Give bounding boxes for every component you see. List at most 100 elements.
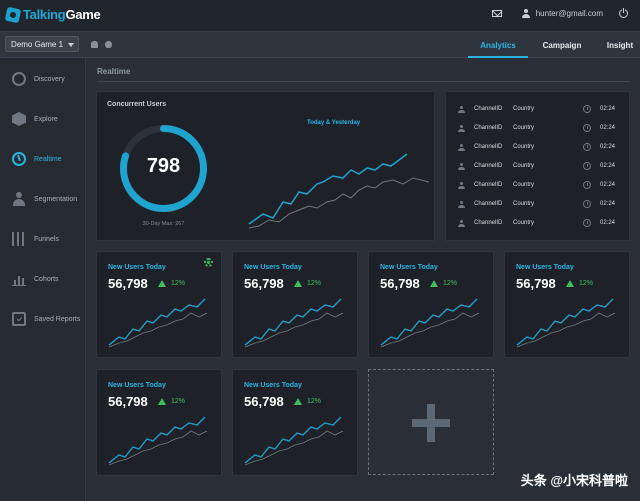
concurrent-trend-chart (248, 153, 430, 229)
clock-icon (583, 181, 591, 189)
sidebar-item-realtime[interactable]: Realtime (0, 139, 86, 179)
card-delta: 12% (430, 280, 457, 287)
trend-up-icon (566, 280, 574, 287)
thirty-day-max: 30-Day Max: 267 (142, 221, 185, 227)
talkinggame-logo[interactable]: TalkingGame (4, 6, 101, 23)
country: Country (513, 125, 535, 131)
game-select[interactable]: Demo Game 1 (5, 36, 79, 52)
sidebar-item-saved-reports[interactable]: Saved Reports (0, 299, 86, 339)
page-title: Realtime (97, 67, 131, 76)
user-icon (458, 201, 465, 208)
card-title: New Users Today (380, 264, 438, 271)
card-delta: 12% (158, 280, 185, 287)
card-trend-chart (516, 298, 616, 348)
list-item[interactable]: ChannelID Country 02:24 (446, 177, 631, 196)
gear-icon[interactable] (204, 258, 213, 267)
card-delta: 12% (566, 280, 593, 287)
card-trend-chart (380, 298, 480, 348)
metric-card[interactable]: New Users Today 56,798 12% (232, 251, 358, 358)
sidebar-item-label: Segmentation (34, 195, 78, 203)
user-icon (458, 220, 465, 227)
funnels-icon (12, 232, 26, 246)
series-today-line (244, 298, 342, 346)
metric-card[interactable]: New Users Today 56,798 12% (368, 251, 494, 358)
sidebar: Discovery Explore Realtime Segmentation … (0, 58, 86, 501)
card-title: New Users Today (108, 264, 166, 271)
clock-icon (583, 124, 591, 132)
list-item[interactable]: ChannelID Country 02:24 (446, 196, 631, 215)
metric-card[interactable]: New Users Today 56,798 12% (232, 369, 358, 476)
series-today-line (244, 416, 342, 464)
panel-title: Concurrent Users (107, 101, 167, 108)
series-today-line (108, 416, 206, 464)
list-item[interactable]: ChannelID Country 02:24 (446, 158, 631, 177)
user-email[interactable]: hunter@gmail.com (536, 9, 603, 18)
segmentation-icon (12, 192, 26, 206)
watermark: 头条 @小宋科普啦 (520, 473, 628, 488)
country: Country (513, 201, 535, 207)
country: Country (513, 144, 535, 150)
sidebar-item-label: Funnels (34, 235, 59, 243)
time: 02:24 (600, 182, 616, 188)
clock-icon (583, 219, 591, 227)
list-item[interactable]: ChannelID Country 02:24 (446, 120, 631, 139)
list-item[interactable]: ChannelID Country 02:24 (446, 215, 631, 234)
card-value: 56,798 (244, 276, 284, 291)
sidebar-item-label: Explore (34, 115, 58, 123)
tab-analytics[interactable]: Analytics (468, 32, 528, 58)
metric-card[interactable]: New Users Today 56,798 12% (96, 251, 222, 358)
android-icon[interactable] (91, 41, 98, 48)
platform-filter (91, 41, 112, 48)
mail-icon[interactable] (491, 10, 502, 17)
trend-up-icon (294, 398, 302, 405)
card-value: 56,798 (516, 276, 556, 291)
tab-insight[interactable]: Insight (600, 32, 640, 58)
logo-icon (4, 6, 22, 23)
plus-icon (412, 404, 450, 442)
sidebar-item-explore[interactable]: Explore (0, 99, 86, 139)
main-tabs: Analytics Campaign Insight (468, 32, 640, 58)
channel-id: ChannelID (474, 144, 503, 150)
card-delta-value: 12% (171, 398, 186, 405)
divider (97, 81, 630, 82)
trend-up-icon (294, 280, 302, 287)
metric-card[interactable]: New Users Today 56,798 12% (504, 251, 630, 358)
power-icon[interactable] (619, 8, 628, 18)
card-delta: 12% (158, 398, 185, 405)
channel-id: ChannelID (474, 220, 503, 226)
sidebar-item-discovery[interactable]: Discovery (0, 59, 86, 99)
sidebar-item-cohorts[interactable]: Cohorts (0, 259, 86, 299)
time: 02:24 (600, 163, 616, 169)
apple-icon[interactable] (105, 41, 112, 48)
list-item[interactable]: ChannelID Country 02:24 (446, 101, 631, 120)
card-trend-chart (108, 416, 208, 466)
card-delta-value: 12% (171, 280, 186, 287)
channel-id: ChannelID (474, 163, 503, 169)
realtime-icon (12, 152, 26, 166)
card-value: 56,798 (380, 276, 420, 291)
clock-icon (583, 105, 591, 113)
list-item[interactable]: ChannelID Country 02:24 (446, 139, 631, 158)
time: 02:24 (600, 201, 616, 207)
card-delta-value: 12% (307, 280, 322, 287)
add-widget-button[interactable] (368, 369, 494, 475)
time: 02:24 (600, 144, 616, 150)
sidebar-item-funnels[interactable]: Funnels (0, 219, 86, 259)
metric-card[interactable]: New Users Today 56,798 12% (96, 369, 222, 476)
sidebar-item-segmentation[interactable]: Segmentation (0, 179, 86, 219)
trend-up-icon (158, 280, 166, 287)
country: Country (513, 106, 535, 112)
logo-text: TalkingGame (23, 7, 101, 22)
card-value: 56,798 (108, 394, 148, 409)
card-delta-value: 12% (443, 280, 458, 287)
card-trend-chart (108, 298, 208, 348)
user-icon (458, 106, 465, 113)
game-select-value: Demo Game 1 (11, 40, 64, 49)
channel-list-panel: ChannelID Country 02:24 ChannelID Countr… (445, 91, 630, 241)
card-title: New Users Today (108, 382, 166, 389)
card-trend-chart (244, 416, 344, 466)
tab-campaign[interactable]: Campaign (534, 32, 590, 58)
series-today-line (248, 153, 408, 225)
explore-icon (12, 112, 26, 126)
card-delta-value: 12% (307, 398, 322, 405)
